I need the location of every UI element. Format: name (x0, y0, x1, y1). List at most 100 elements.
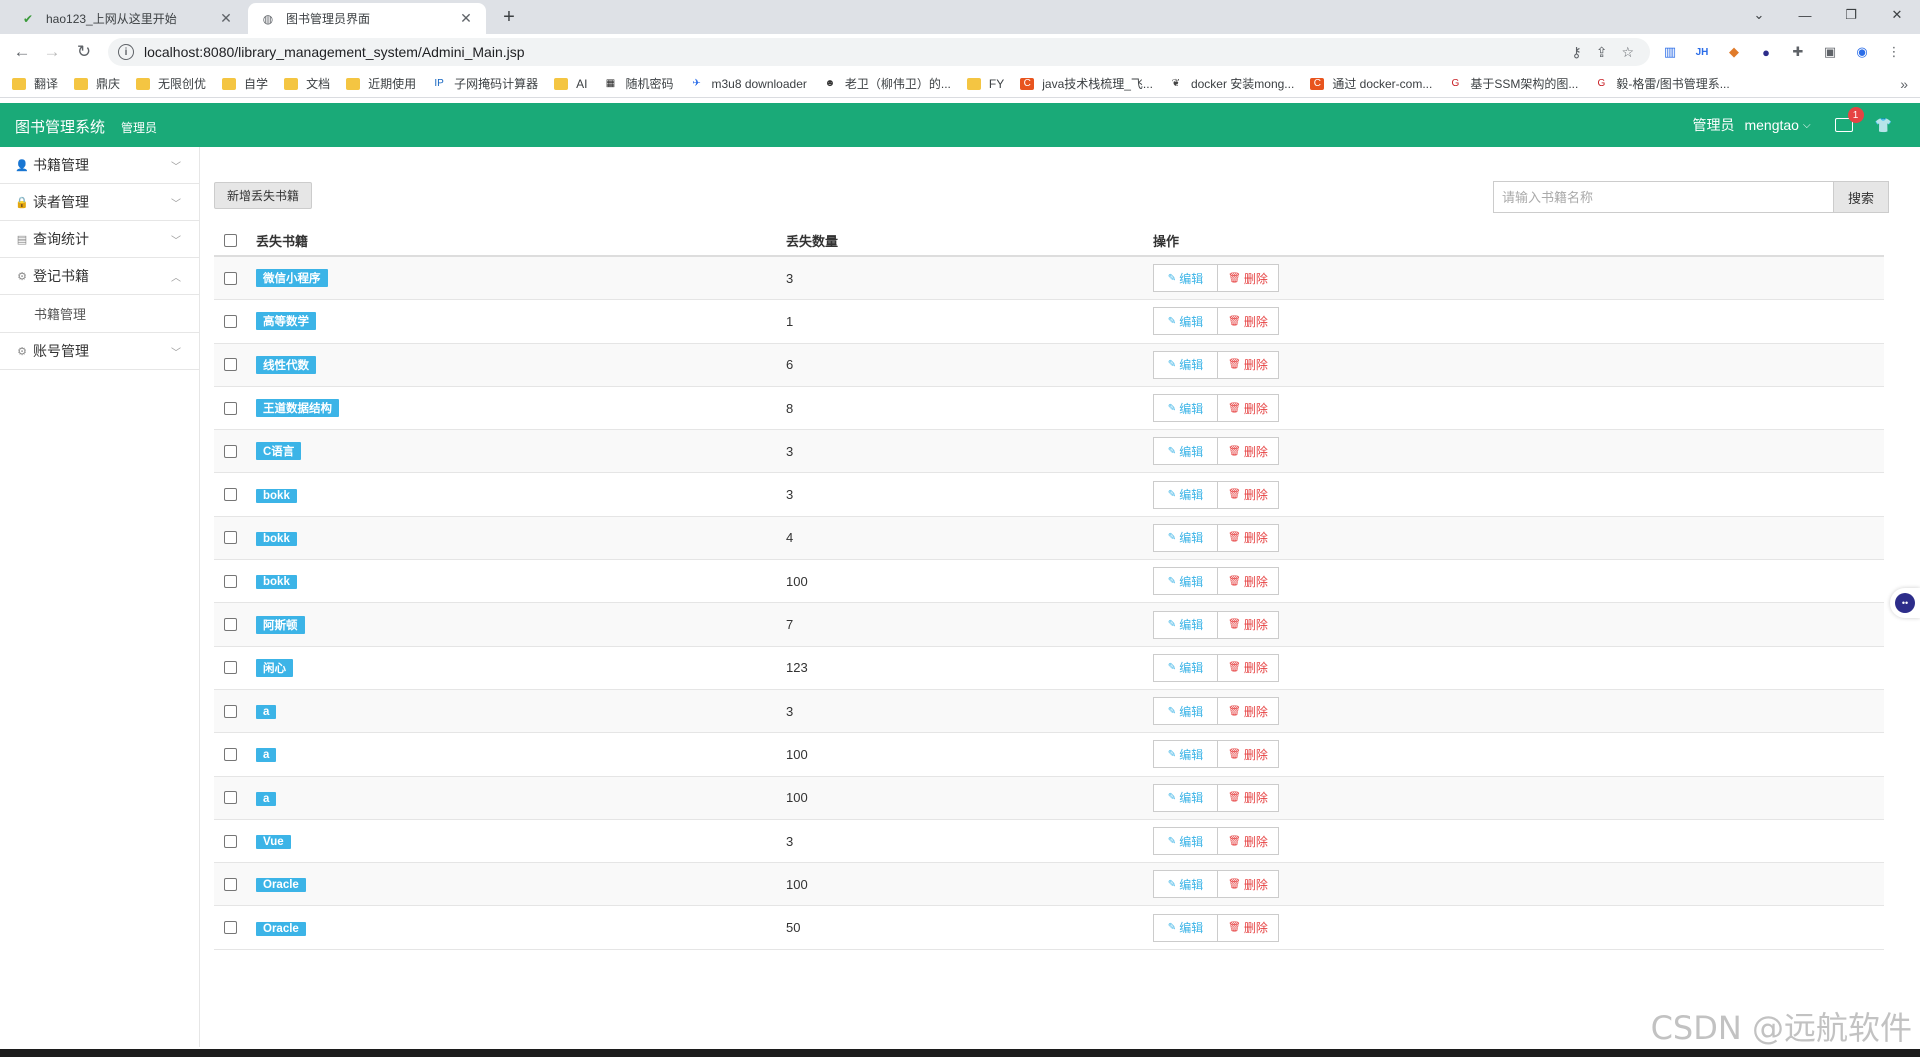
sidebar-item-book-management[interactable]: 👤 书籍管理 ﹀ (0, 147, 199, 184)
bookmark-item[interactable]: ❦ docker 安装mong... (1169, 75, 1295, 92)
edit-button[interactable]: ✎ 编辑 (1153, 697, 1218, 726)
delete-button[interactable]: 🗑 删除 (1217, 394, 1279, 423)
delete-button[interactable]: 🗑 删除 (1217, 653, 1279, 682)
row-checkbox[interactable] (224, 618, 237, 632)
site-info-icon[interactable]: i (118, 44, 134, 60)
row-checkbox[interactable] (224, 834, 237, 848)
bookmarks-overflow-icon[interactable]: » (1900, 76, 1908, 92)
row-checkbox[interactable] (224, 314, 237, 328)
sidebar-item-query-stats[interactable]: ▤ 查询统计 ﹀ (0, 221, 199, 258)
edit-button[interactable]: ✎ 编辑 (1153, 437, 1218, 466)
bookmark-item[interactable]: 自学 (222, 75, 268, 92)
row-checkbox[interactable] (224, 488, 237, 502)
floating-assistant[interactable]: •• (1890, 588, 1920, 618)
row-checkbox[interactable] (224, 877, 237, 891)
search-button[interactable]: 搜索 (1833, 181, 1889, 213)
edit-button[interactable]: ✎ 编辑 (1153, 394, 1218, 423)
mail-icon[interactable]: 1 (1834, 107, 1864, 132)
row-checkbox[interactable] (224, 271, 237, 285)
password-key-icon[interactable]: ⚷ (1571, 44, 1581, 61)
edit-button[interactable]: ✎ 编辑 (1153, 480, 1218, 509)
row-checkbox[interactable] (224, 661, 237, 675)
edit-button[interactable]: ✎ 编辑 (1153, 740, 1218, 769)
add-lost-book-button[interactable]: 新增丢失书籍 (214, 182, 313, 209)
extensions-puzzle-icon[interactable]: ✚ (1788, 42, 1808, 62)
row-checkbox[interactable] (224, 704, 237, 718)
row-checkbox[interactable] (224, 444, 237, 458)
edit-button[interactable]: ✎ 编辑 (1153, 913, 1218, 942)
bookmark-item[interactable]: G 毅-格雷/图书管理系... (1594, 75, 1729, 92)
bookmark-item[interactable]: Cjava技术栈梳理_飞... (1020, 75, 1153, 92)
bookmark-item[interactable]: 文档 (284, 75, 330, 92)
user-menu[interactable]: mengtao ⌵ (1744, 117, 1810, 133)
bookmark-item[interactable]: ☻ 老卫（柳伟卫）的... (823, 75, 951, 92)
edit-button[interactable]: ✎ 编辑 (1153, 523, 1218, 552)
tab-search-icon[interactable]: ⌄ (1736, 0, 1782, 30)
forward-icon[interactable]: → (40, 40, 64, 64)
extension-jh-icon[interactable]: JH (1692, 42, 1712, 62)
bookmark-item[interactable]: 无限创优 (136, 75, 206, 92)
app-logo-title[interactable]: 图书管理系统 (15, 116, 105, 137)
profile-avatar-icon[interactable]: ◉ (1852, 42, 1872, 62)
delete-button[interactable]: 🗑 删除 (1217, 870, 1279, 899)
row-checkbox[interactable] (224, 747, 237, 761)
row-checkbox[interactable] (224, 531, 237, 545)
bookmark-item[interactable]: FY (966, 77, 1004, 91)
minimize-icon[interactable]: — (1782, 0, 1828, 30)
delete-button[interactable]: 🗑 删除 (1217, 610, 1279, 639)
sidebar-item-register-books[interactable]: ⚙ 登记书籍 ︿ (0, 258, 199, 295)
delete-button[interactable]: 🗑 删除 (1217, 697, 1279, 726)
row-checkbox[interactable] (224, 574, 237, 588)
restore-icon[interactable]: ❐ (1828, 0, 1874, 30)
delete-button[interactable]: 🗑 删除 (1217, 350, 1279, 379)
sidebar-item-reader-management[interactable]: 🔒 读者管理 ﹀ (0, 184, 199, 221)
back-icon[interactable]: ← (10, 40, 34, 64)
delete-button[interactable]: 🗑 删除 (1217, 523, 1279, 552)
delete-button[interactable]: 🗑 删除 (1217, 437, 1279, 466)
delete-button[interactable]: 🗑 删除 (1217, 264, 1279, 293)
tab-close-icon[interactable]: ✕ (458, 10, 474, 27)
row-checkbox[interactable] (224, 921, 237, 935)
browser-menu-icon[interactable]: ⋮ (1884, 42, 1904, 62)
edit-button[interactable]: ✎ 编辑 (1153, 307, 1218, 336)
edit-button[interactable]: ✎ 编辑 (1153, 653, 1218, 682)
side-panel-icon[interactable]: ▣ (1820, 42, 1840, 62)
edit-button[interactable]: ✎ 编辑 (1153, 870, 1218, 899)
select-all-checkbox[interactable] (224, 233, 237, 247)
sidebar-subitem-book-management[interactable]: 书籍管理 (0, 295, 199, 333)
delete-button[interactable]: 🗑 删除 (1217, 740, 1279, 769)
delete-button[interactable]: 🗑 删除 (1217, 913, 1279, 942)
row-checkbox[interactable] (224, 401, 237, 415)
delete-button[interactable]: 🗑 删除 (1217, 307, 1279, 336)
edit-button[interactable]: ✎ 编辑 (1153, 350, 1218, 379)
edit-button[interactable]: ✎ 编辑 (1153, 264, 1218, 293)
bookmark-star-icon[interactable]: ☆ (1621, 44, 1634, 61)
delete-button[interactable]: 🗑 删除 (1217, 827, 1279, 855)
edit-button[interactable]: ✎ 编辑 (1153, 827, 1218, 855)
bookmark-item[interactable]: 鼎庆 (74, 75, 120, 92)
row-checkbox[interactable] (224, 791, 237, 805)
sidebar-item-account-management[interactable]: ⚙ 账号管理 ﹀ (0, 333, 199, 370)
delete-button[interactable]: 🗑 删除 (1217, 567, 1279, 596)
bookmark-item[interactable]: AI (554, 77, 587, 91)
theme-shirt-icon[interactable]: 👕 (1875, 117, 1892, 134)
bookmark-item[interactable]: 翻译 (12, 75, 58, 92)
tab-close-icon[interactable]: ✕ (218, 10, 234, 27)
extension-shield-icon[interactable]: ◆ (1724, 42, 1744, 62)
edit-button[interactable]: ✎ 编辑 (1153, 610, 1218, 639)
url-text[interactable]: localhost:8080/library_management_system… (144, 44, 525, 60)
bookmark-item[interactable]: ✈ m3u8 downloader (689, 77, 807, 91)
bookmark-item[interactable]: 近期使用 (346, 75, 416, 92)
extension-chart-icon[interactable]: ▥ (1660, 42, 1680, 62)
delete-button[interactable]: 🗑 删除 (1217, 783, 1279, 812)
bookmark-item[interactable]: C 通过 docker-com... (1310, 75, 1432, 92)
close-window-icon[interactable]: ✕ (1874, 0, 1920, 30)
reload-icon[interactable]: ↻ (72, 40, 96, 64)
browser-tab-library[interactable]: ◍ 图书管理员界面 ✕ (248, 3, 486, 34)
bookmark-item[interactable]: IP 子网掩码计算器 (432, 75, 538, 92)
delete-button[interactable]: 🗑 删除 (1217, 480, 1279, 509)
search-input[interactable] (1493, 181, 1833, 213)
extension-bot-icon[interactable]: ● (1756, 42, 1776, 62)
browser-tab-hao123[interactable]: ✔ hao123_上网从这里开始 ✕ (8, 3, 246, 34)
share-icon[interactable]: ⇪ (1596, 44, 1608, 61)
